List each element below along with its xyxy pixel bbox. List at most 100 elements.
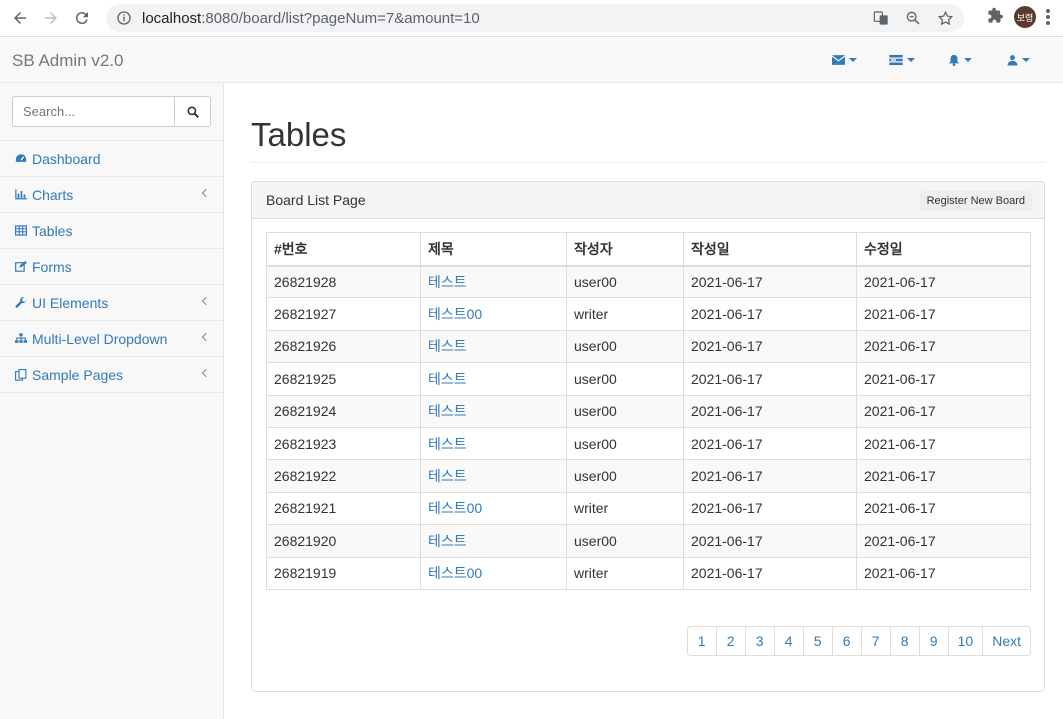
cell-updatedate: 2021-06-17 (856, 329, 1031, 364)
sidebar-item-label: UI Elements (32, 294, 109, 311)
chevron-left-icon (201, 296, 211, 306)
dashboard-icon (14, 152, 27, 165)
table-row: 26821927 테스트00 writer 2021-06-17 2021-06-17 (266, 297, 1031, 331)
board-table: #번호 제목 작성자 작성일 수정일 26821928 테스트 user00 2021… (266, 232, 1031, 590)
reload-icon[interactable] (71, 7, 93, 29)
title-link[interactable]: 테스트 (428, 403, 467, 419)
cell-updatedate: 2021-06-17 (856, 491, 1031, 526)
user-dropdown[interactable] (989, 51, 1047, 69)
cell-writer: user00 (566, 264, 684, 299)
search-input[interactable] (12, 96, 175, 127)
page-link-6[interactable]: 6 (831, 626, 862, 656)
files-icon (14, 368, 27, 381)
title-link[interactable]: 테스트 (428, 436, 467, 452)
brand-title[interactable]: SB Admin v2.0 (12, 51, 124, 71)
page-link-1[interactable]: 1 (686, 626, 717, 656)
tasks-dropdown[interactable] (873, 51, 931, 69)
sidebar-item-label: Charts (32, 186, 74, 203)
title-link[interactable]: 테스트 (428, 533, 467, 549)
cell-number: 26821925 (266, 362, 421, 396)
sidebar: Dashboard Charts Tables Forms UI Element… (0, 83, 224, 719)
envelope-icon (831, 55, 845, 65)
column-header-title: 제목 (420, 232, 567, 267)
cell-regdate: 2021-06-17 (683, 491, 857, 526)
title-link[interactable]: 테스트00 (428, 565, 482, 581)
page-title: Tables (251, 116, 347, 153)
search-button[interactable] (174, 96, 211, 127)
tasks-icon (889, 55, 903, 65)
sitemap-icon (14, 332, 27, 345)
cell-title: 테스트00 (420, 297, 567, 331)
page-link-10[interactable]: 10 (947, 626, 984, 656)
page-link-4[interactable]: 4 (773, 626, 804, 656)
bell-icon (948, 54, 960, 66)
profile-avatar[interactable]: 보령 (1014, 6, 1036, 28)
cell-updatedate: 2021-06-17 (856, 426, 1031, 461)
cell-title: 테스트 (420, 394, 567, 428)
title-link[interactable]: 테스트00 (428, 306, 482, 322)
title-divider (251, 162, 1045, 163)
page-link-7[interactable]: 7 (860, 626, 891, 656)
top-navbar: SB Admin v2.0 (0, 37, 1063, 83)
sidebar-item-charts[interactable]: Charts (0, 177, 223, 213)
back-arrow-icon[interactable] (9, 7, 31, 29)
cell-writer: user00 (566, 459, 684, 493)
chevron-left-icon (201, 368, 211, 378)
cell-writer: writer (566, 556, 684, 590)
title-link[interactable]: 테스트 (428, 274, 467, 290)
cell-number: 26821927 (266, 297, 421, 331)
forward-arrow-icon[interactable] (40, 7, 62, 29)
page-link-5[interactable]: 5 (802, 626, 833, 656)
cell-regdate: 2021-06-17 (683, 394, 857, 428)
site-info-icon[interactable] (116, 10, 132, 26)
page-link-8[interactable]: 8 (889, 626, 920, 656)
sidebar-item-multi-level-dropdown[interactable]: Multi-Level Dropdown (0, 321, 223, 357)
chevron-left-icon (201, 332, 211, 342)
cell-writer: user00 (566, 426, 684, 461)
chrome-menu-icon[interactable] (1046, 9, 1050, 25)
table-row: 26821919 테스트00 writer 2021-06-17 2021-06-17 (266, 556, 1031, 590)
sidebar-item-sample-pages[interactable]: Sample Pages (0, 357, 223, 393)
cell-regdate: 2021-06-17 (683, 426, 857, 461)
messages-dropdown[interactable] (815, 51, 873, 69)
table-header-row: #번호 제목 작성자 작성일 수정일 (266, 232, 1031, 267)
cell-number: 26821921 (266, 491, 421, 526)
sidebar-item-ui-elements[interactable]: UI Elements (0, 285, 223, 321)
page-link-next[interactable]: Next (982, 626, 1031, 656)
table-row: 26821921 테스트00 writer 2021-06-17 2021-06-17 (266, 491, 1031, 526)
sidebar-item-label: Dashboard (32, 150, 101, 167)
cell-title: 테스트 (420, 264, 567, 299)
title-link[interactable]: 테스트 (428, 338, 467, 354)
sidebar-item-tables[interactable]: Tables (0, 213, 223, 249)
sidebar-item-dashboard[interactable]: Dashboard (0, 141, 223, 177)
cell-regdate: 2021-06-17 (683, 329, 857, 364)
url-text: localhost:8080/board/list?pageNum=7&amou… (142, 9, 480, 27)
bookmark-star-icon[interactable] (936, 9, 954, 27)
translate-icon[interactable] (872, 9, 890, 27)
extensions-puzzle-icon[interactable] (987, 7, 1004, 27)
sidebar-item-forms[interactable]: Forms (0, 249, 223, 285)
cell-regdate: 2021-06-17 (683, 556, 857, 590)
title-link[interactable]: 테스트00 (428, 500, 482, 516)
cell-number: 26821926 (266, 329, 421, 364)
title-link[interactable]: 테스트 (428, 468, 467, 484)
cell-number: 26821920 (266, 524, 421, 558)
page-link-2[interactable]: 2 (715, 626, 746, 656)
column-header-writer: 작성자 (566, 232, 684, 267)
cell-updatedate: 2021-06-17 (856, 362, 1031, 396)
title-link[interactable]: 테스트 (428, 371, 467, 387)
alerts-dropdown[interactable] (931, 51, 989, 69)
edit-icon (14, 260, 27, 273)
page-link-3[interactable]: 3 (744, 626, 775, 656)
page-link-9[interactable]: 9 (918, 626, 949, 656)
search-icon (186, 105, 199, 118)
table-icon (14, 224, 27, 237)
pagination: 1 2 3 4 5 6 7 8 9 10 Next (686, 626, 1031, 656)
cell-updatedate: 2021-06-17 (856, 524, 1031, 558)
cell-number: 26821919 (266, 556, 421, 590)
address-bar[interactable]: localhost:8080/board/list?pageNum=7&amou… (106, 4, 964, 32)
zoom-icon[interactable] (904, 9, 922, 27)
cell-updatedate: 2021-06-17 (856, 459, 1031, 493)
sidebar-item-label: Forms (32, 258, 72, 275)
register-new-board-button[interactable]: Register New Board (919, 191, 1032, 211)
